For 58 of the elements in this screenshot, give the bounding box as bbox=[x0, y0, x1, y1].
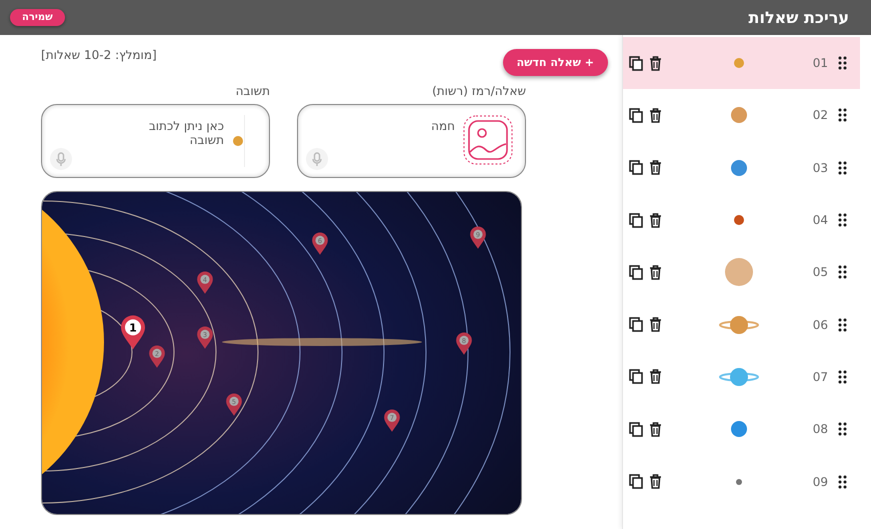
question-number: 03 bbox=[812, 160, 829, 175]
drag-handle-icon[interactable] bbox=[838, 318, 847, 332]
trash-icon[interactable] bbox=[649, 317, 662, 332]
answer-input[interactable]: כאן ניתן לכתוב תשובה bbox=[124, 119, 224, 155]
trash-icon[interactable] bbox=[649, 212, 662, 228]
copy-icon[interactable] bbox=[629, 108, 643, 123]
trash-icon[interactable] bbox=[649, 474, 662, 490]
question-list-item[interactable]: 08 bbox=[623, 403, 860, 456]
trash-icon[interactable] bbox=[649, 108, 662, 123]
question-list-item[interactable]: 02 bbox=[623, 89, 860, 142]
map-pin[interactable]: 1 bbox=[120, 314, 146, 351]
question-field[interactable]: חמה bbox=[297, 104, 526, 178]
question-list-item[interactable]: 06 bbox=[623, 298, 860, 351]
copy-icon[interactable] bbox=[629, 56, 643, 71]
drag-handle-icon[interactable] bbox=[838, 108, 847, 122]
question-number: 05 bbox=[812, 265, 829, 280]
question-list-item[interactable]: 01 bbox=[623, 37, 860, 90]
drag-handle-icon[interactable] bbox=[838, 370, 847, 384]
question-number: 06 bbox=[812, 318, 829, 332]
trash-icon[interactable] bbox=[649, 160, 662, 176]
save-button[interactable]: שמירה bbox=[10, 9, 65, 26]
question-value: חמה bbox=[431, 119, 455, 135]
page-title: עריכת שאלות bbox=[748, 8, 849, 27]
question-number: 04 bbox=[812, 213, 829, 228]
answer-label: תשובה bbox=[236, 84, 270, 98]
question-list-item[interactable]: 04 bbox=[623, 194, 860, 246]
question-number: 08 bbox=[812, 422, 829, 436]
copy-icon[interactable] bbox=[629, 422, 643, 437]
copy-icon[interactable] bbox=[629, 369, 643, 384]
image-icon[interactable] bbox=[463, 115, 513, 165]
answer-field[interactable]: כאן ניתן לכתוב תשובה bbox=[41, 104, 270, 178]
drag-handle-icon[interactable] bbox=[838, 474, 847, 489]
question-list-item[interactable]: 09 bbox=[623, 455, 860, 508]
trash-icon[interactable] bbox=[649, 56, 662, 71]
new-question-button[interactable]: + שאלה חדשה bbox=[502, 48, 608, 76]
copy-icon[interactable] bbox=[629, 212, 643, 228]
question-number: 02 bbox=[812, 108, 829, 122]
question-number: 01 bbox=[812, 56, 829, 70]
trash-icon[interactable] bbox=[649, 422, 662, 437]
copy-icon[interactable] bbox=[629, 264, 643, 280]
trash-icon[interactable] bbox=[649, 264, 662, 280]
planet-icon bbox=[232, 135, 244, 147]
drag-handle-icon[interactable] bbox=[838, 160, 847, 175]
copy-icon[interactable] bbox=[629, 160, 643, 176]
drag-handle-icon[interactable] bbox=[838, 422, 847, 436]
drag-handle-icon[interactable] bbox=[838, 56, 847, 70]
drag-handle-icon[interactable] bbox=[838, 213, 847, 228]
drag-handle-icon[interactable] bbox=[838, 265, 847, 280]
question-number: 07 bbox=[812, 370, 829, 384]
question-list-item[interactable]: 03 bbox=[623, 142, 860, 194]
copy-icon[interactable] bbox=[629, 474, 643, 490]
question-list-item[interactable]: 05 bbox=[623, 246, 860, 298]
trash-icon[interactable] bbox=[649, 369, 662, 384]
question-list-item[interactable]: 07 bbox=[623, 350, 860, 404]
recommendation-text: [מומלץ: 10-2 שאלות] bbox=[41, 47, 157, 62]
question-number: 09 bbox=[812, 474, 829, 489]
question-label: שאלה/רמז (רשות) bbox=[432, 84, 526, 98]
copy-icon[interactable] bbox=[629, 317, 643, 332]
